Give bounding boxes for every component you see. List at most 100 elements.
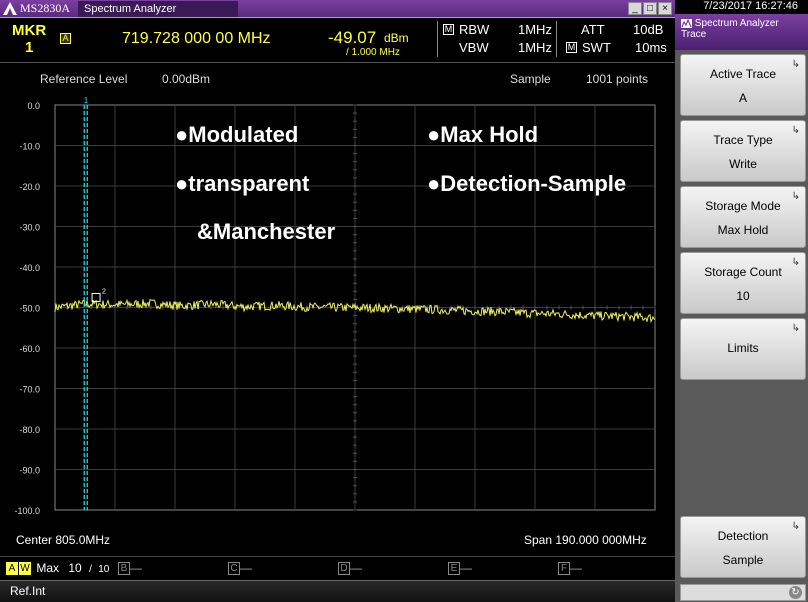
softkey-label: Active Trace [709,67,777,81]
vbw-label: VBW [459,40,489,55]
att-value: 10dB [633,22,664,37]
trace-c-dash: — [240,561,252,575]
panel-subtitle: Trace [681,29,707,40]
spectrum-graph[interactable]: Reference Level 0.00dBm Sample 1001 poin… [0,62,675,552]
trace-b-slot[interactable]: B — [118,561,142,577]
trace-d-dash: — [350,561,362,575]
trace-c-slot[interactable]: C — [228,561,252,577]
softkey-storage-count[interactable]: ↳ Storage Count 10 [680,252,806,314]
trace-f-dash: — [570,561,582,575]
header-separator [437,21,438,57]
trace-a-slot[interactable]: AW Max 10 / 10 [6,561,109,577]
att-label: ATT [581,22,605,37]
softkey-value: Sample [722,553,764,567]
softkey-value: 10 [736,289,750,303]
close-button[interactable]: × [658,2,672,15]
trace-b-letter: B [118,562,130,576]
y-tick-label: -50.0 [19,304,40,314]
back-arrow-icon[interactable]: ↻ [789,586,802,599]
trace-e-slot[interactable]: E — [448,561,472,577]
maximize-button[interactable]: □ [643,2,657,15]
trace-a-label: Max [36,561,60,575]
annotation-modulated: ●Modulated [175,122,299,147]
trace-count-total: 10 [98,564,110,575]
y-tick-label: -60.0 [19,344,40,354]
softkey-limits[interactable]: ↳ Limits [680,318,806,380]
title-bar: MS2830A Spectrum Analyzer _ □ × [0,0,675,18]
reference-status-bar: Ref.Int [0,580,675,602]
submenu-arrow-icon: ↳ [791,125,800,136]
center-frequency: Center 805.0MHz [16,533,111,547]
trace-e-dash: — [460,561,472,575]
spectrum-icon [681,18,692,28]
y-tick-label: -10.0 [19,142,40,152]
trace-e-letter: E [448,562,460,576]
softkey-label: Limits [727,341,759,355]
softkey-label: Detection [717,529,769,543]
trace-a-letter: A [6,562,18,576]
panel-title-app: Spectrum Analyzer [681,18,804,29]
marker-1-tag: 1 [84,96,89,105]
panel-scroll-bar[interactable]: ↻ [680,584,806,601]
submenu-arrow-icon: ↳ [791,323,800,334]
marker-number: 1 [25,39,34,56]
marker-level: -49.07 [328,28,377,47]
swt-manual-icon: M [566,42,577,53]
softkey-label: Storage Mode [705,199,781,213]
softkey-detection[interactable]: ↳ Detection Sample [680,516,806,578]
submenu-arrow-icon: ↳ [791,191,800,202]
vbw-value: 1MHz [518,40,552,55]
trace-status-bar: AW Max 10 / 10 B — C — D — E — F — [0,556,675,580]
panel-title-text: Spectrum Analyzer [694,18,779,29]
softkey-trace-type[interactable]: ↳ Trace Type Write [680,120,806,182]
clock: 7/23/2017 16:27:46 [675,0,808,14]
softkey-label: Storage Count [704,265,782,279]
y-tick-label: -100.0 [14,506,40,516]
anritsu-logo-icon [3,2,17,15]
submenu-arrow-icon: ↳ [791,59,800,70]
softkey-storage-mode[interactable]: ↳ Storage Mode Max Hold [680,186,806,248]
trace-a-icon: A [60,33,71,44]
trace-a-mode: W [19,562,31,576]
marker-level-unit: dBm [384,31,409,45]
rbw-manual-icon: M [443,24,454,35]
softkey-value: A [738,91,747,105]
y-tick-label: -80.0 [19,425,40,435]
model-name: MS2830A [20,1,71,15]
submenu-arrow-icon: ↳ [791,521,800,532]
y-tick-label: -40.0 [19,263,40,273]
trace-d-letter: D [338,562,350,576]
y-tick-label: -30.0 [19,223,40,233]
y-tick-label: -70.0 [19,385,40,395]
trace-f-slot[interactable]: F — [558,561,582,577]
app-name: Spectrum Analyzer [78,1,238,17]
swt-label: SWT [582,40,611,55]
softkey-value: Write [729,157,757,171]
trace-f-letter: F [558,562,570,576]
span-frequency: Span 190.000 000MHz [524,533,647,547]
annotation-transparent: ●transparent [175,171,310,196]
marker-header: MKR 1 A 719.728 000 00 MHz -49.07 dBm / … [0,19,675,61]
spectrum-plot: 0.0 -10.0 -20.0 -30.0 -40.0 -50.0 -60.0 -70.0 -8… [14,96,656,516]
annotation-detection-sample: ●Detection-Sample [427,171,627,196]
marker-label: MKR [12,22,47,39]
trace-c-letter: C [228,562,240,576]
trace-count-separator: / [89,564,92,575]
marker-2-tag: 2 [102,288,106,295]
rbw-label: RBW [459,22,490,37]
trace-d-slot[interactable]: D — [338,561,362,577]
softkey-panel: 7/23/2017 16:27:46 Spectrum Analyzer Tra… [675,0,808,602]
trace-count: 10 [68,561,82,575]
minimize-button[interactable]: _ [628,2,642,15]
annotation-manchester: &Manchester [197,219,336,244]
submenu-arrow-icon: ↳ [791,257,800,268]
softkey-active-trace[interactable]: ↳ Active Trace A [680,54,806,116]
softkey-label: Trace Type [713,133,773,147]
reference-source: Ref.Int [10,584,46,598]
header-separator [556,21,557,57]
y-tick-label: 0.0 [27,101,40,111]
annotation-max-hold: ●Max Hold [427,122,539,147]
marker-bandwidth: / 1.000 MHz [346,47,400,58]
swt-value: 10ms [635,40,667,55]
marker-frequency: 719.728 000 00 MHz [122,30,271,47]
